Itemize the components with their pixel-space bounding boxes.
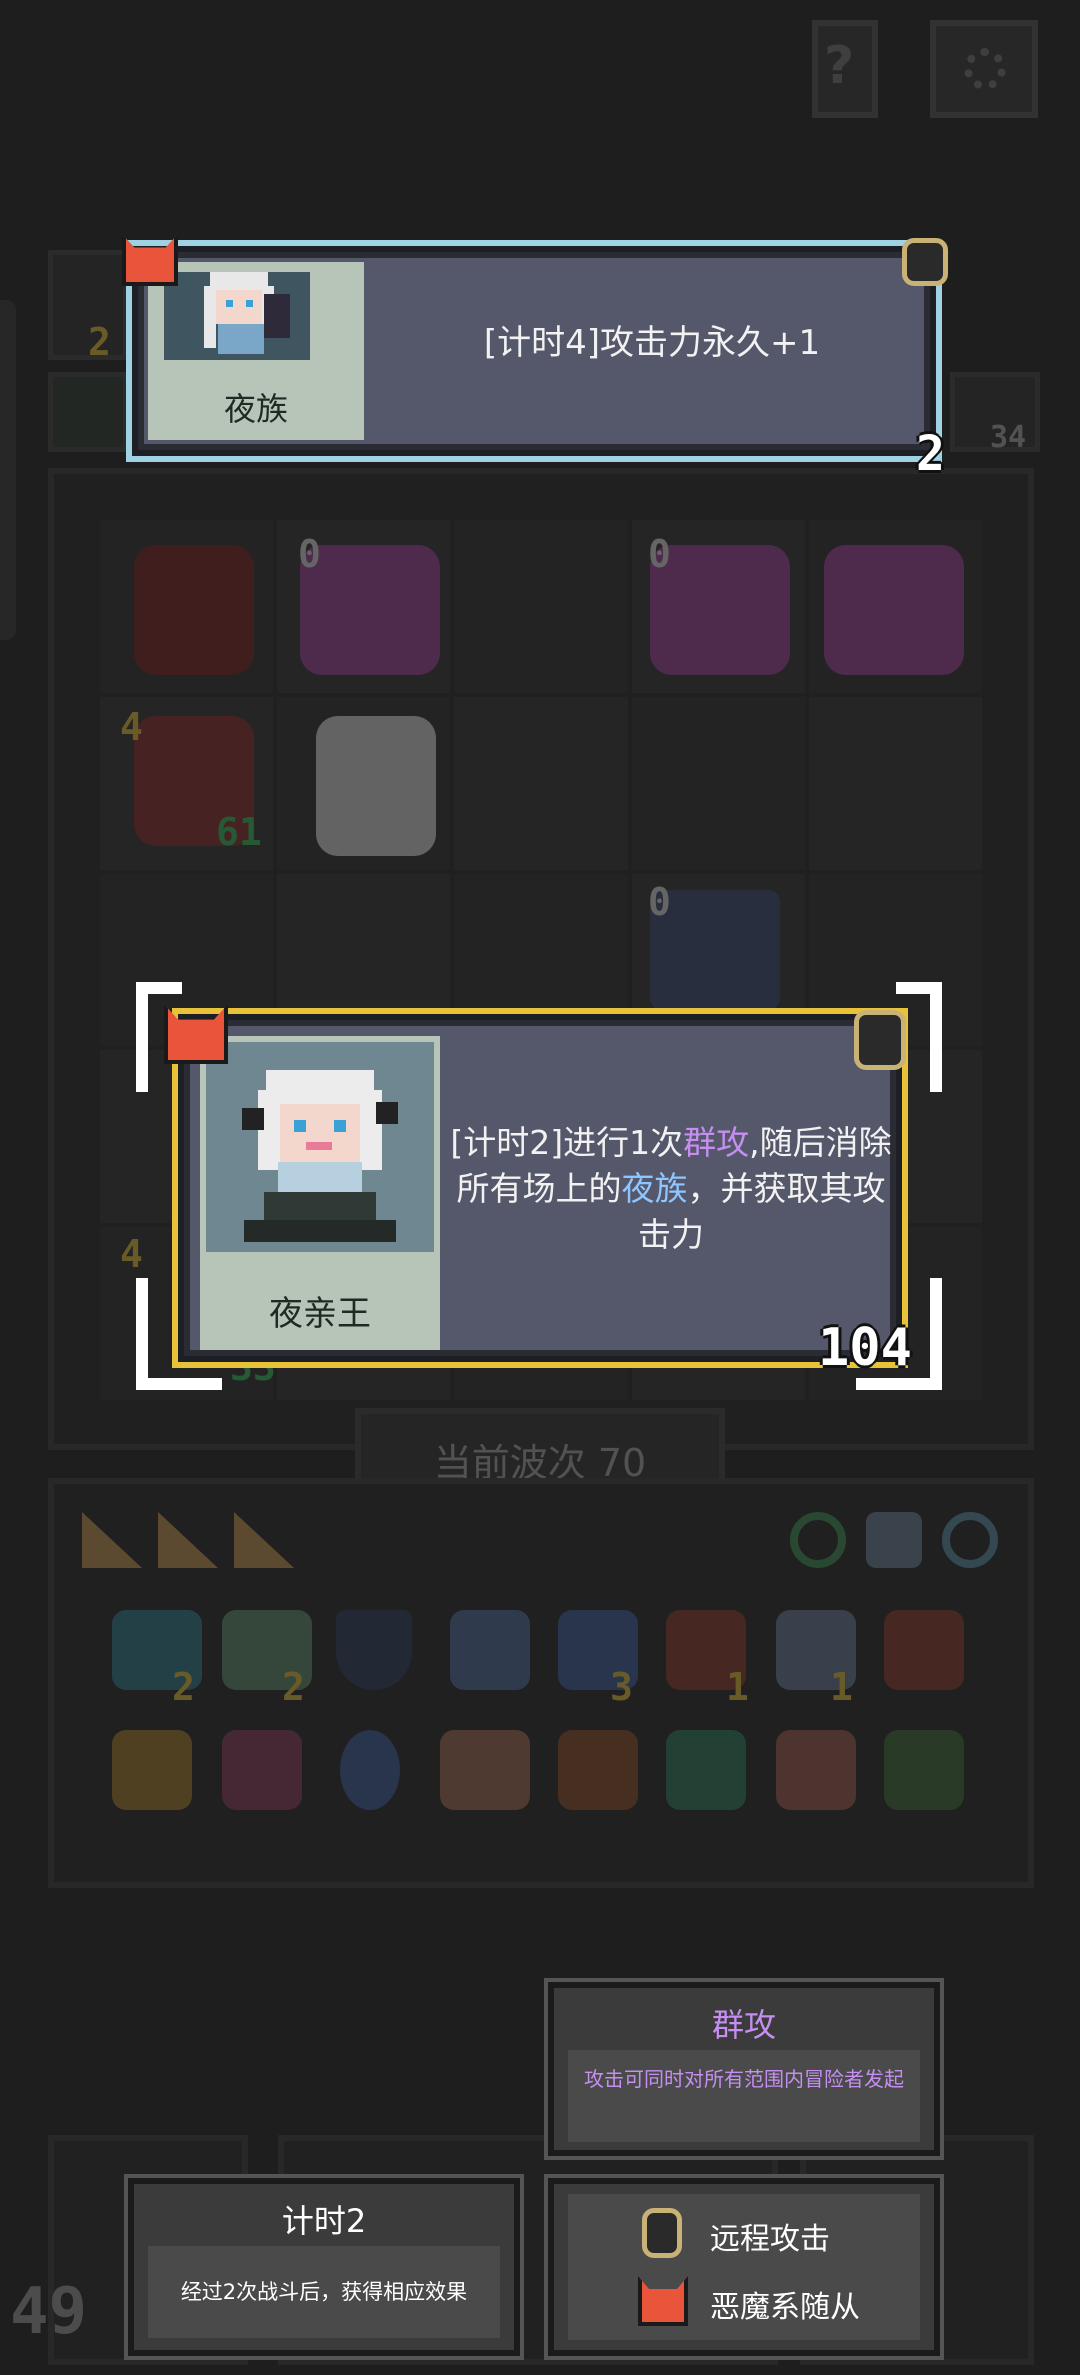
feather-item[interactable] — [450, 1610, 530, 1690]
settings-button[interactable] — [930, 20, 1038, 118]
unit-attack: 61 — [216, 810, 262, 854]
board-cell[interactable] — [454, 696, 628, 870]
night-clan-keyword[interactable]: 夜族 — [622, 1169, 688, 1208]
unit-timer: 4 — [120, 705, 143, 749]
help-button[interactable]: ? — [812, 20, 878, 118]
gold-count: 49 — [10, 2275, 88, 2349]
swirl-icon[interactable] — [942, 1512, 998, 1568]
timer-tooltip-body-box: 经过2次战斗后，获得相应效果 — [148, 2246, 500, 2338]
night-prince-portrait-frame: 夜亲王 — [200, 1036, 440, 1350]
arrow-item[interactable] — [222, 1730, 302, 1810]
night-prince-name: 夜亲王 — [269, 1294, 371, 1334]
night-clan-description: [计时4]攻击力永久+1 — [483, 323, 821, 363]
board-cell[interactable] — [808, 696, 982, 870]
key-count: 34 — [990, 420, 1027, 455]
night-clan-card[interactable]: 夜族 [计时4]攻击力永久+1 2 — [122, 234, 948, 482]
left-side-drawer[interactable] — [0, 300, 16, 640]
mushroom-item[interactable] — [112, 1730, 192, 1810]
night-clan-portrait-frame: 夜族 — [148, 262, 364, 440]
timer-tooltip-title: 计时2 — [281, 2202, 367, 2240]
group-attack-tooltip-title: 群攻 — [711, 2006, 776, 2044]
group-attack-tooltip-body-box: 攻击可同时对所有范围内冒险者发起 — [568, 2050, 920, 2142]
demon-unit[interactable] — [650, 545, 790, 675]
timer-tooltip-body: 经过2次战斗后，获得相应效果 — [180, 2280, 468, 2304]
description-prefix: [计时2]进行1次 — [450, 1123, 684, 1162]
demon-minion-icon — [122, 234, 178, 286]
armor-icon[interactable] — [866, 1512, 922, 1568]
ranged-attack-icon — [902, 238, 948, 286]
board-cell[interactable] — [631, 696, 805, 870]
arrow-item[interactable] — [884, 1610, 964, 1690]
group-attack-tooltip: 群攻 攻击可同时对所有范围内冒险者发起 — [544, 1978, 944, 2160]
item-count: 1 — [726, 1665, 749, 1709]
question-icon: ? — [824, 36, 855, 96]
night-prince-portrait — [206, 1042, 434, 1252]
unit-timer: 0 — [298, 532, 321, 576]
night-clan-portrait — [164, 272, 310, 360]
shield-item[interactable] — [336, 1610, 412, 1690]
water-drop-item[interactable] — [340, 1730, 400, 1810]
night-prince-description: [计时2]进行1次群攻,随后消除所有场上的夜族，并获取其攻击力 — [448, 1120, 894, 1258]
ring-icon[interactable] — [790, 1512, 846, 1568]
hooded-mage-unit[interactable] — [134, 545, 254, 675]
side-slot-count: 2 — [88, 320, 111, 364]
tags-panel: 远程攻击 恶魔系随从 — [544, 2174, 944, 2360]
board-cell[interactable] — [454, 520, 628, 693]
skeleton-unit[interactable] — [316, 716, 436, 856]
ranged-attack-icon — [854, 1010, 906, 1070]
night-prince-card[interactable]: 夜亲王 [计时2]进行1次群攻,随后消除所有场上的夜族，并获取其攻击力 104 — [164, 1004, 912, 1378]
demon-unit[interactable] — [300, 545, 440, 675]
group-attack-tooltip-body: 攻击可同时对所有范围内冒险者发起 — [584, 2067, 904, 2091]
ranged-attack-icon — [642, 2208, 682, 2258]
item-count: 3 — [610, 1665, 633, 1709]
pig-item[interactable] — [440, 1730, 530, 1810]
unit-timer: 0 — [648, 880, 671, 924]
hand-item[interactable] — [776, 1730, 856, 1810]
item-count: 2 — [172, 1665, 195, 1709]
demon-minion-icon — [164, 1004, 228, 1064]
seed-item[interactable] — [558, 1730, 638, 1810]
ranged-attack-label: 远程攻击 — [710, 2222, 830, 2257]
side-slot-2[interactable] — [48, 372, 128, 452]
map-item[interactable] — [884, 1730, 964, 1810]
demon-minion-label: 恶魔系随从 — [710, 2290, 860, 2325]
night-prince-attack: 104 — [818, 1318, 912, 1378]
demon-unit[interactable] — [824, 545, 964, 675]
item-count: 2 — [282, 1665, 305, 1709]
unit-timer: 4 — [120, 1232, 143, 1276]
gear-icon — [964, 48, 1006, 90]
night-clan-count: 2 — [916, 426, 945, 482]
unit-timer: 0 — [648, 532, 671, 576]
arrow-item[interactable] — [666, 1730, 746, 1810]
timer-tooltip: 计时2 经过2次战斗后，获得相应效果 — [124, 2174, 524, 2360]
item-count: 1 — [830, 1665, 853, 1709]
night-clan-name: 夜族 — [223, 390, 288, 428]
group-attack-keyword[interactable]: 群攻 — [683, 1123, 749, 1162]
